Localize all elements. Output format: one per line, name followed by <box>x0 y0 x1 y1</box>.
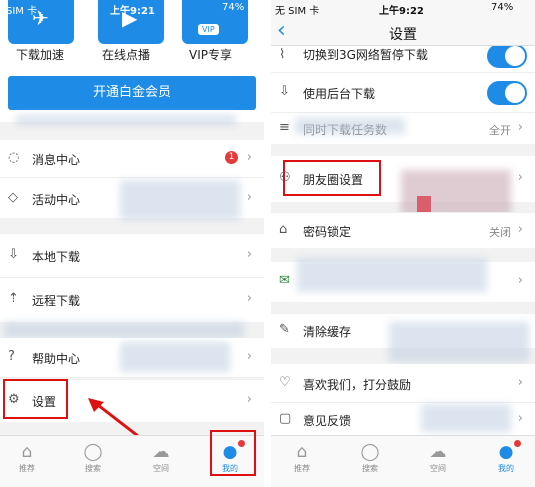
toggle-3g-pause[interactable] <box>487 46 527 68</box>
toggle-background-download[interactable] <box>487 81 527 105</box>
search-icon: ◯ <box>83 442 103 462</box>
menu-item-local-download[interactable]: ⇩ 本地下载 › <box>0 234 264 278</box>
chevron-right-icon: › <box>246 291 252 306</box>
tab-mine[interactable]: ● 我的 <box>481 436 531 487</box>
tab-label: 我的 <box>498 464 514 473</box>
settings-row-3g-pause: ⌇ 切换到3G网络暂停下载 <box>271 46 535 72</box>
tab-label: 搜索 <box>85 464 101 473</box>
online-play-label: 在线点播 <box>102 48 151 62</box>
chevron-right-icon: › <box>517 222 523 237</box>
back-icon[interactable]: ‹ <box>277 18 286 43</box>
home-icon: ⌂ <box>296 442 308 462</box>
chevron-right-icon: › <box>517 273 523 288</box>
vip-label: VIP专享 <box>189 48 232 62</box>
background-download-icon: ⇩ <box>279 84 290 99</box>
right-screenshot: 无 SIM 卡 上午9:22 74% ‹ 设置 ⌇ 切换到3G网络暂停下载 ⇩ … <box>271 0 535 487</box>
tab-label: 空间 <box>430 464 446 473</box>
upgrade-button[interactable]: 开通白金会员 <box>8 76 256 110</box>
vip-icon: VIP <box>198 24 219 35</box>
time-text: 上午9:22 <box>379 6 424 17</box>
tab-label: 推荐 <box>19 464 35 473</box>
time-text: 上午9:21 <box>110 6 155 17</box>
lock-icon: ⌂ <box>279 222 288 237</box>
tab-label: 空间 <box>153 464 169 473</box>
carrier-text: SIM 卡 <box>6 6 38 17</box>
moments-highlight-box <box>283 160 381 196</box>
settings-row-value: 全开 <box>489 124 511 137</box>
settings-row-password-lock[interactable]: ⌂ 密码锁定 关闭 › <box>271 212 535 248</box>
upgrade-button-label: 开通白金会员 <box>92 85 171 100</box>
page-title: 设置 <box>389 27 417 43</box>
pointer-arrow <box>88 398 139 438</box>
settings-row-label: 使用后台下载 <box>303 87 376 101</box>
battery-text: 74% <box>222 2 245 13</box>
status-bar: 无 SIM 卡 上午9:22 74% <box>271 0 535 17</box>
tab-recommend[interactable]: ⌂ 推荐 <box>277 436 327 487</box>
home-icon: ⌂ <box>21 442 33 462</box>
message-icon: ◌ <box>8 150 20 165</box>
download-icon: ⇩ <box>8 247 19 262</box>
network-icon: ⌇ <box>279 47 286 62</box>
tab-bar: ⌂ 推荐 ◯ 搜索 ☁ 空间 ● 我的 <box>271 435 535 487</box>
chevron-right-icon: › <box>517 375 523 390</box>
chevron-right-icon: › <box>246 349 252 364</box>
tab-search[interactable]: ◯ 搜索 <box>68 436 118 487</box>
menu-item-label: 远程下载 <box>32 294 81 308</box>
mine-tab-highlight-box <box>210 430 256 476</box>
tab-recommend[interactable]: ⌂ 推荐 <box>2 436 52 487</box>
chevron-right-icon: › <box>517 411 523 426</box>
nav-bar: 无 SIM 卡 上午9:22 74% ‹ 设置 <box>271 0 535 46</box>
cloud-icon: ☁ <box>429 442 447 462</box>
settings-row-rate-us[interactable]: ♡ 喜欢我们，打分鼓励 › <box>271 364 535 402</box>
tab-search[interactable]: ◯ 搜索 <box>345 436 395 487</box>
tab-bar: ⌂ 推荐 ◯ 搜索 ☁ 空间 ● 我的 <box>0 430 264 487</box>
redacted-red-block <box>417 196 431 212</box>
menu-item-messages[interactable]: ◌ 消息中心 1 › <box>0 140 264 178</box>
menu-item-label: 消息中心 <box>32 153 81 167</box>
download-speed-label: 下载加速 <box>16 48 65 62</box>
chevron-right-icon: › <box>517 170 523 185</box>
settings-row-label: 意见反馈 <box>303 414 352 428</box>
settings-row-label: 切换到3G网络暂停下载 <box>303 48 428 62</box>
settings-row-value: 关闭 <box>489 226 511 239</box>
settings-row-label: 密码锁定 <box>303 225 352 239</box>
left-screenshot: ✈ ▶ VIP SIM 卡 上午9:21 74% 下载加速 在线点播 VIP专享… <box>0 0 264 487</box>
tag-icon: ◇ <box>8 190 18 205</box>
settings-highlight-box <box>3 379 68 419</box>
cloud-icon: ☁ <box>152 442 170 462</box>
notification-dot <box>514 440 521 447</box>
chevron-right-icon: › <box>517 120 523 135</box>
settings-row-background-download: ⇩ 使用后台下载 <box>271 72 535 112</box>
settings-row-label: 喜欢我们，打分鼓励 <box>303 378 412 392</box>
tab-space[interactable]: ☁ 空间 <box>136 436 186 487</box>
chevron-right-icon: › <box>246 247 252 262</box>
chevron-right-icon: › <box>246 190 252 205</box>
chevron-right-icon: › <box>246 392 252 407</box>
tab-label: 推荐 <box>294 464 310 473</box>
user-icon: ● <box>498 442 514 462</box>
search-icon: ◯ <box>360 442 380 462</box>
chevron-right-icon: › <box>246 150 252 165</box>
carrier-text: 无 SIM 卡 <box>275 6 320 17</box>
unread-badge: 1 <box>225 151 238 164</box>
feedback-icon: ▢ <box>279 411 292 426</box>
task-icon: ≡ <box>279 120 290 135</box>
help-icon: ? <box>8 349 15 364</box>
status-bar: SIM 卡 上午9:21 74% <box>0 0 264 17</box>
menu-item-remote-download[interactable]: ⇡ 远程下载 › <box>0 278 264 322</box>
mail-icon: ✉ <box>279 273 290 288</box>
menu-item-label: 本地下载 <box>32 250 81 264</box>
menu-item-label: 帮助中心 <box>32 352 81 366</box>
battery-text: 74% <box>491 2 514 13</box>
brush-icon: ✎ <box>279 322 290 337</box>
tab-space[interactable]: ☁ 空间 <box>413 436 463 487</box>
heart-icon: ♡ <box>279 375 291 390</box>
settings-row-label: 清除缓存 <box>303 325 352 339</box>
remote-icon: ⇡ <box>8 291 19 306</box>
menu-item-label: 活动中心 <box>32 193 81 207</box>
feature-strip: ✈ ▶ VIP SIM 卡 上午9:21 74% 下载加速 在线点播 VIP专享 <box>0 0 264 70</box>
tab-label: 搜索 <box>362 464 378 473</box>
